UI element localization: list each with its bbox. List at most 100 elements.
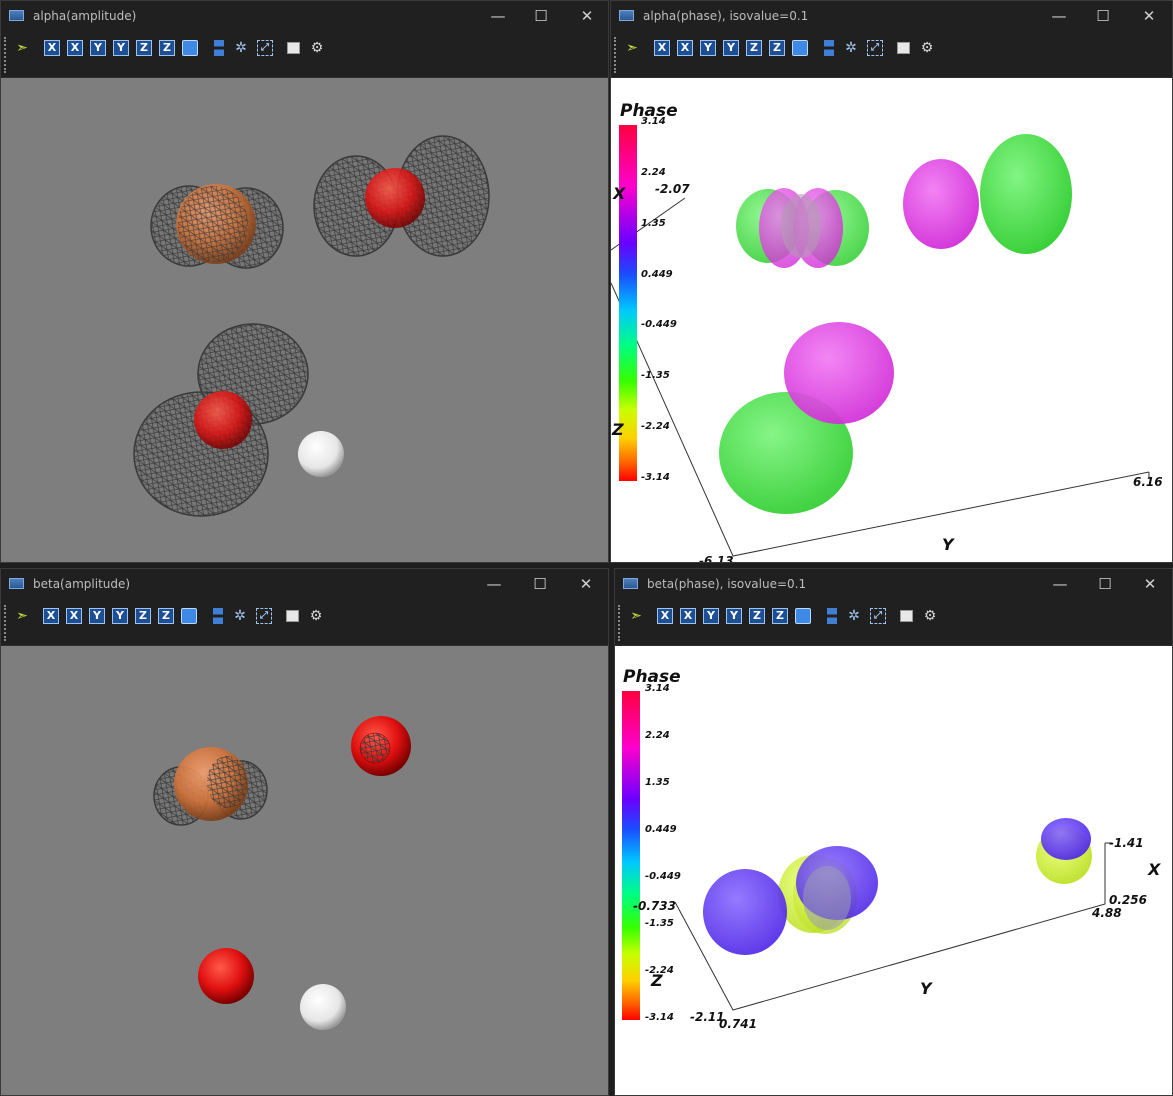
split-icon[interactable] [213, 608, 223, 624]
view-y-reverse-button[interactable]: Y [112, 608, 128, 624]
gear-icon[interactable]: ⚙ [309, 40, 325, 56]
fit-icon[interactable]: ⤢ [257, 40, 273, 56]
spark-icon[interactable]: ✲ [232, 608, 248, 624]
minimize-button[interactable]: — [1048, 5, 1070, 27]
view-y-button[interactable]: Y [90, 40, 106, 56]
colorbar-tick: 2.24 [641, 167, 666, 178]
colorbar-tick: 0.449 [641, 269, 673, 280]
view-y-button[interactable]: Y [703, 608, 719, 624]
axis-value-x-bottom: 0.256 [1109, 893, 1147, 907]
axis-label-z: Z [651, 971, 663, 990]
positive-lobe [903, 159, 979, 249]
minimize-button[interactable]: — [483, 573, 505, 595]
view-y-button[interactable]: Y [89, 608, 105, 624]
view-x-reverse-button[interactable]: X [680, 608, 696, 624]
positive-lobe [784, 322, 894, 424]
gear-icon[interactable]: ⚙ [919, 40, 935, 56]
titlebar[interactable]: alpha(phase), isovalue=0.1 — ☐ ✕ [611, 1, 1172, 32]
view-z-button[interactable]: Z [749, 608, 765, 624]
toolbar-grip-icon[interactable] [4, 37, 8, 73]
pick-icon[interactable]: ➣ [14, 40, 30, 56]
colorbar [622, 691, 640, 1020]
colorbar-tick: -1.35 [641, 370, 670, 381]
fit-icon[interactable]: ⤢ [256, 608, 272, 624]
close-button[interactable]: ✕ [575, 573, 597, 595]
maximize-button[interactable]: ☐ [1094, 573, 1116, 595]
window-beta-amplitude[interactable]: beta(amplitude) — ☐ ✕ ➣ X X Y Y Z Z ✲ ⤢ … [0, 568, 609, 1096]
toolbar: ➣ X X Y Y Z Z ✲ ⤢ ⚙ [1, 600, 608, 646]
cube-icon[interactable] [181, 608, 197, 624]
close-button[interactable]: ✕ [576, 5, 598, 27]
viewport-alpha-amplitude[interactable] [1, 78, 608, 562]
axis-label-z: Z [612, 420, 624, 439]
cube-icon[interactable] [182, 40, 198, 56]
view-z-reverse-button[interactable]: Z [769, 40, 785, 56]
colorbar-tick: 0.449 [645, 824, 677, 835]
colorbar-tick: 3.14 [645, 683, 670, 694]
titlebar[interactable]: beta(amplitude) — ☐ ✕ [1, 569, 608, 600]
gear-icon[interactable]: ⚙ [308, 608, 324, 624]
view-y-reverse-button[interactable]: Y [726, 608, 742, 624]
screenshot-icon[interactable] [286, 610, 299, 622]
view-x-reverse-button[interactable]: X [66, 608, 82, 624]
axis-value-y: 6.16 [1133, 475, 1163, 489]
fit-icon[interactable]: ⤢ [867, 40, 883, 56]
toolbar-grip-icon[interactable] [614, 37, 618, 73]
toolbar: ➣ X X Y Y Z Z ✲ ⤢ ⚙ [1, 32, 608, 78]
window-alpha-amplitude[interactable]: alpha(amplitude) — ☐ ✕ ➣ X X Y Y Z Z ✲ ⤢… [0, 0, 609, 563]
close-button[interactable]: ✕ [1139, 573, 1161, 595]
viewport-beta-phase[interactable]: Phase 3.14 2.24 1.35 0.449 -0.449 -1.35 … [615, 646, 1172, 1095]
fit-icon[interactable]: ⤢ [870, 608, 886, 624]
window-beta-phase[interactable]: beta(phase), isovalue=0.1 — ☐ ✕ ➣ X X Y … [614, 568, 1173, 1096]
spark-icon[interactable]: ✲ [846, 608, 862, 624]
spark-icon[interactable]: ✲ [233, 40, 249, 56]
view-x-reverse-button[interactable]: X [67, 40, 83, 56]
view-x-button[interactable]: X [657, 608, 673, 624]
pick-icon[interactable]: ➣ [14, 608, 30, 624]
view-y-button[interactable]: Y [700, 40, 716, 56]
pick-icon[interactable]: ➣ [624, 40, 640, 56]
cube-icon[interactable] [795, 608, 811, 624]
view-z-reverse-button[interactable]: Z [159, 40, 175, 56]
view-z-button[interactable]: Z [746, 40, 762, 56]
view-z-reverse-button[interactable]: Z [158, 608, 174, 624]
window-alpha-phase[interactable]: alpha(phase), isovalue=0.1 — ☐ ✕ ➣ X X Y… [610, 0, 1173, 563]
screenshot-icon[interactable] [897, 42, 910, 54]
minimize-button[interactable]: — [1049, 573, 1071, 595]
titlebar[interactable]: alpha(amplitude) — ☐ ✕ [1, 1, 608, 32]
minimize-button[interactable]: — [487, 5, 509, 27]
titlebar[interactable]: beta(phase), isovalue=0.1 — ☐ ✕ [615, 569, 1172, 600]
maximize-button[interactable]: ☐ [1092, 5, 1114, 27]
split-icon[interactable] [824, 40, 834, 56]
toolbar-grip-icon[interactable] [618, 605, 622, 641]
spark-icon[interactable]: ✲ [843, 40, 859, 56]
maximize-button[interactable]: ☐ [529, 573, 551, 595]
view-z-reverse-button[interactable]: Z [772, 608, 788, 624]
screenshot-icon[interactable] [287, 42, 300, 54]
cube-icon[interactable] [792, 40, 808, 56]
view-x-button[interactable]: X [43, 608, 59, 624]
split-icon[interactable] [827, 608, 837, 624]
colorbar-tick: -1.35 [645, 918, 674, 929]
screenshot-icon[interactable] [900, 610, 913, 622]
close-button[interactable]: ✕ [1138, 5, 1160, 27]
view-x-button[interactable]: X [654, 40, 670, 56]
toolbar: ➣ X X Y Y Z Z ✲ ⤢ ⚙ [611, 32, 1172, 78]
colorbar-tick: -3.14 [641, 472, 670, 483]
viewport-beta-amplitude[interactable] [1, 646, 608, 1095]
maximize-button[interactable]: ☐ [530, 5, 552, 27]
view-x-button[interactable]: X [44, 40, 60, 56]
colorbar-tick: -2.24 [641, 421, 670, 432]
pick-icon[interactable]: ➣ [628, 608, 644, 624]
axis-value-x-top: -1.41 [1109, 836, 1144, 850]
view-x-reverse-button[interactable]: X [677, 40, 693, 56]
view-y-reverse-button[interactable]: Y [113, 40, 129, 56]
view-z-button[interactable]: Z [135, 608, 151, 624]
view-z-button[interactable]: Z [136, 40, 152, 56]
positive-lobe [703, 869, 787, 955]
gear-icon[interactable]: ⚙ [922, 608, 938, 624]
toolbar-grip-icon[interactable] [4, 605, 8, 641]
view-y-reverse-button[interactable]: Y [723, 40, 739, 56]
viewport-alpha-phase[interactable]: Phase 3.14 2.24 1.35 0.449 -0.449 -1.35 … [611, 78, 1172, 562]
split-icon[interactable] [214, 40, 224, 56]
